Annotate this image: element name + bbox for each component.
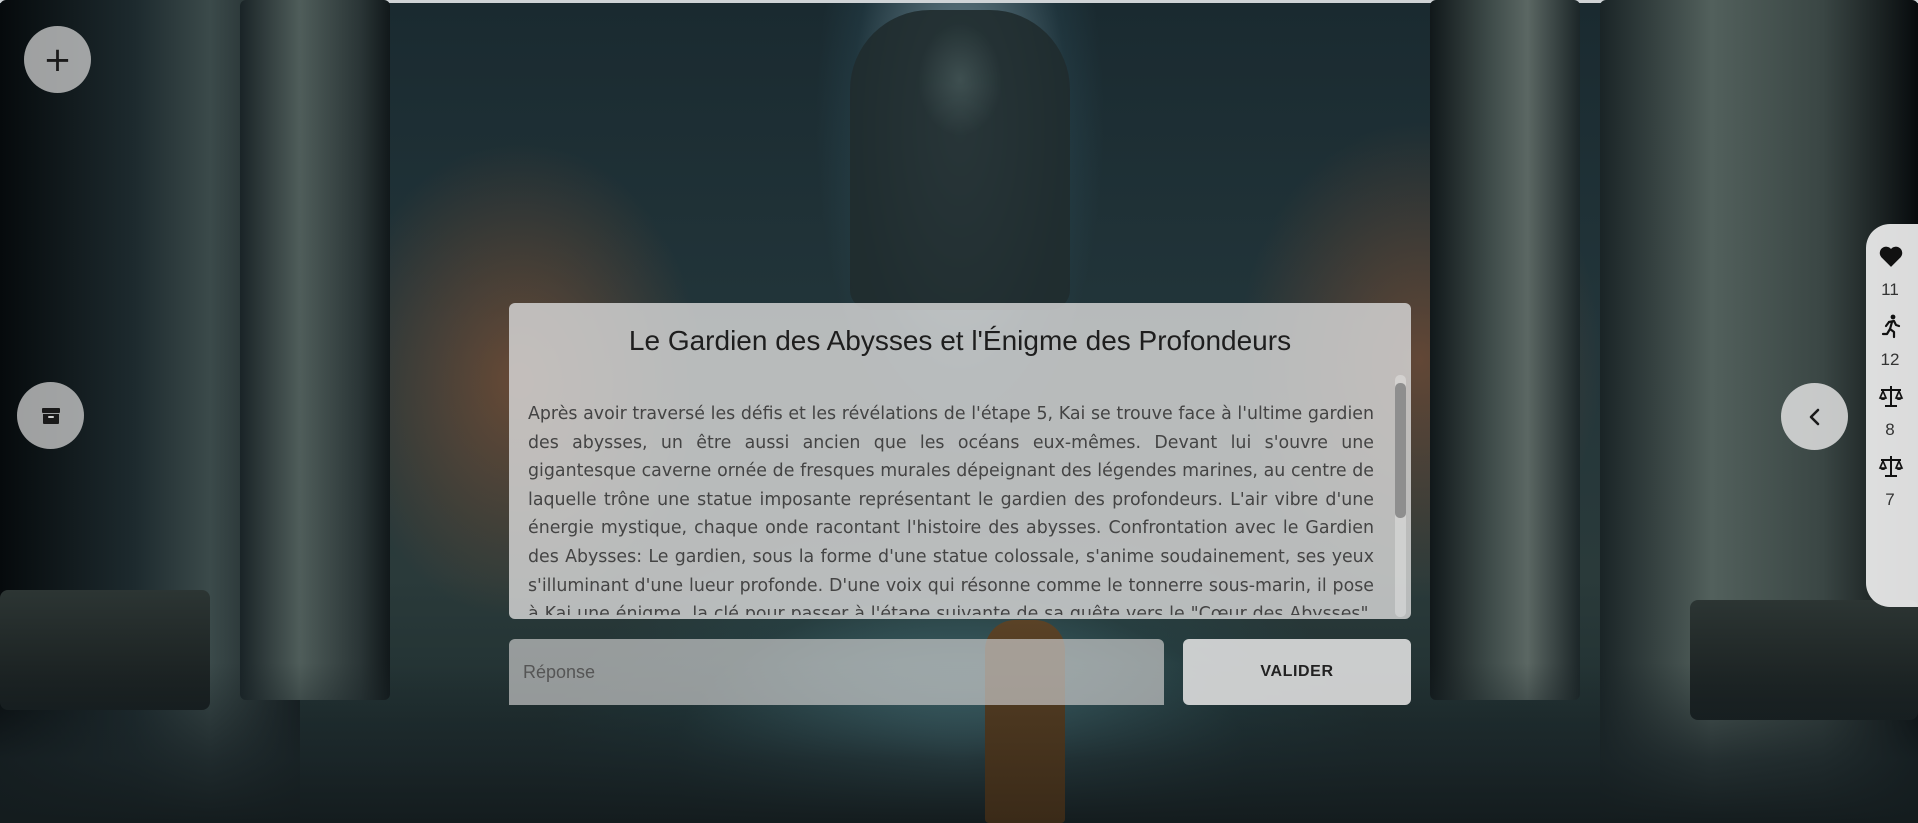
back-button[interactable] — [1781, 383, 1848, 450]
stat-value-balance-2: 7 — [1885, 490, 1895, 509]
story-scrollbar[interactable] — [1395, 375, 1406, 617]
stats-panel: 11 12 8 7 — [1866, 224, 1918, 607]
left-inner-pillar — [240, 0, 390, 700]
stat-value-balance-1: 8 — [1885, 420, 1895, 439]
guardian-statue — [850, 10, 1070, 310]
archive-button[interactable] — [17, 382, 84, 449]
add-button[interactable]: + — [24, 26, 91, 93]
plus-icon: + — [43, 39, 72, 80]
answer-input[interactable] — [509, 639, 1164, 705]
chevron-left-icon — [1809, 408, 1819, 425]
scale-icon — [1877, 382, 1905, 410]
right-inner-pillar — [1430, 0, 1580, 700]
running-person-icon — [1877, 312, 1905, 340]
archive-icon — [41, 407, 60, 424]
stat-value-health: 11 — [1881, 280, 1899, 299]
story-dialog: Le Gardien des Abysses et l'Énigme des P… — [509, 303, 1411, 619]
stat-value-agility: 12 — [1880, 350, 1900, 369]
story-title: Le Gardien des Abysses et l'Énigme des P… — [628, 325, 1292, 356]
validate-button[interactable]: VALIDER — [1183, 639, 1411, 705]
scale-icon — [1877, 452, 1905, 480]
story-text: Après avoir traversé les défis et les ré… — [528, 404, 1374, 615]
scrollbar-thumb[interactable] — [1395, 383, 1406, 518]
heart-icon — [1877, 242, 1905, 270]
